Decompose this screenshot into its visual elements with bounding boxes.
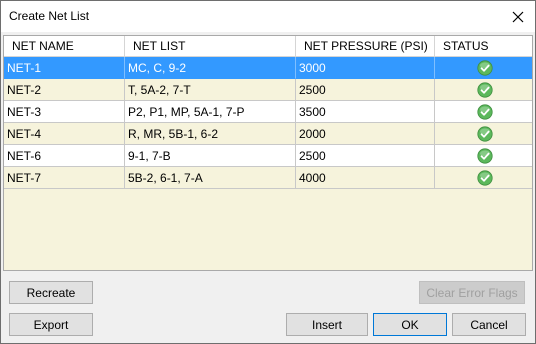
net-pressure-cell[interactable]: 4000 <box>296 167 435 189</box>
status-cell[interactable] <box>435 167 532 189</box>
check-circle-icon <box>476 169 493 186</box>
status-cell[interactable] <box>435 79 532 101</box>
net-list-cell[interactable]: R, MR, 5B-1, 6-2 <box>125 123 296 145</box>
close-button[interactable] <box>501 1 535 32</box>
net-name-cell[interactable]: NET-6 <box>4 145 125 167</box>
create-net-list-dialog: Create Net List NET NAME NET LIST NET PR… <box>0 0 536 344</box>
column-header-net-list[interactable]: NET LIST <box>125 36 296 57</box>
dialog-title: Create Net List <box>9 9 90 23</box>
net-name-cell[interactable]: NET-4 <box>4 123 125 145</box>
net-pressure-cell[interactable]: 2500 <box>296 79 435 101</box>
cancel-button[interactable]: Cancel <box>452 313 526 336</box>
check-circle-icon <box>476 59 493 76</box>
export-button[interactable]: Export <box>9 313 93 336</box>
table-header: NET NAME NET LIST NET PRESSURE (PSI) STA… <box>4 36 532 57</box>
net-pressure-cell[interactable]: 2500 <box>296 145 435 167</box>
net-list-cell[interactable]: T, 5A-2, 7-T <box>125 79 296 101</box>
net-name-cell[interactable]: NET-2 <box>4 79 125 101</box>
column-header-net-name[interactable]: NET NAME <box>4 36 125 57</box>
column-header-net-pressure[interactable]: NET PRESSURE (PSI) <box>296 36 435 57</box>
net-name-cell[interactable]: NET-1 <box>4 57 125 79</box>
table-row[interactable]: NET-1 MC, C, 9-2 3000 <box>4 57 532 79</box>
table-row[interactable]: NET-2 T, 5A-2, 7-T 2500 <box>4 79 532 101</box>
net-list-cell[interactable]: 9-1, 7-B <box>125 145 296 167</box>
net-list-table[interactable]: NET NAME NET LIST NET PRESSURE (PSI) STA… <box>3 35 533 271</box>
table-row[interactable]: NET-7 5B-2, 6-1, 7-A 4000 <box>4 167 532 189</box>
check-circle-icon <box>476 103 493 120</box>
net-pressure-cell[interactable]: 3500 <box>296 101 435 123</box>
table-row[interactable]: NET-4 R, MR, 5B-1, 6-2 2000 <box>4 123 532 145</box>
check-circle-icon <box>476 147 493 164</box>
clear-error-flags-button[interactable]: Clear Error Flags <box>419 281 525 304</box>
status-cell[interactable] <box>435 57 532 79</box>
ok-button[interactable]: OK <box>373 313 447 336</box>
status-cell[interactable] <box>435 101 532 123</box>
net-list-cell[interactable]: P2, P1, MP, 5A-1, 7-P <box>125 101 296 123</box>
net-list-cell[interactable]: MC, C, 9-2 <box>125 57 296 79</box>
check-circle-icon <box>476 125 493 142</box>
net-pressure-cell[interactable]: 3000 <box>296 57 435 79</box>
table-row[interactable]: NET-6 9-1, 7-B 2500 <box>4 145 532 167</box>
status-cell[interactable] <box>435 123 532 145</box>
status-cell[interactable] <box>435 145 532 167</box>
net-pressure-cell[interactable]: 2000 <box>296 123 435 145</box>
net-name-cell[interactable]: NET-7 <box>4 167 125 189</box>
close-icon <box>512 11 524 22</box>
column-header-status[interactable]: STATUS <box>435 36 532 57</box>
recreate-button[interactable]: Recreate <box>9 281 93 304</box>
net-name-cell[interactable]: NET-3 <box>4 101 125 123</box>
insert-button[interactable]: Insert <box>286 313 368 336</box>
table-row[interactable]: NET-3 P2, P1, MP, 5A-1, 7-P 3500 <box>4 101 532 123</box>
net-list-cell[interactable]: 5B-2, 6-1, 7-A <box>125 167 296 189</box>
check-circle-icon <box>476 81 493 98</box>
title-bar: Create Net List <box>1 1 535 32</box>
